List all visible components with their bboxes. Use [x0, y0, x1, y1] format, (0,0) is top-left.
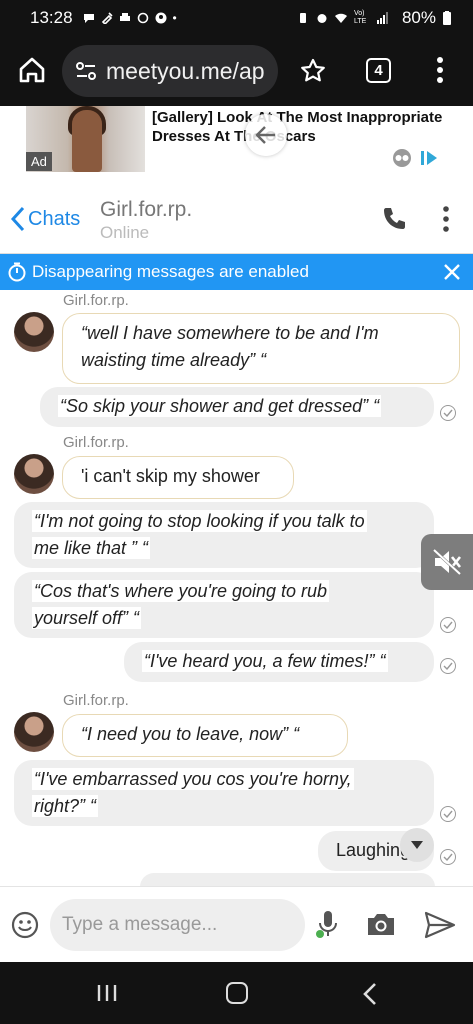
sync-notification-icon: [137, 12, 148, 24]
read-receipt-icon: [440, 617, 456, 633]
emoji-icon[interactable]: [11, 911, 39, 939]
ad-label: Ad: [26, 152, 52, 171]
site-settings-icon[interactable]: [76, 62, 96, 80]
banner-text: Disappearing messages are enabled: [32, 262, 309, 281]
lte-label: Vo) LTE: [353, 10, 367, 25]
message-list[interactable]: Girl.for.rp. “well I have somewhere to b…: [0, 290, 473, 886]
outgoing-message[interactable]: “So skip your shower and get dressed” “: [40, 387, 434, 427]
phone-icon[interactable]: [381, 206, 407, 232]
avatar[interactable]: [14, 312, 54, 352]
ad-back-overlay[interactable]: [245, 114, 287, 156]
battery-saver-icon: [299, 13, 306, 23]
browser-toolbar: meetyou.me/ap 4: [0, 36, 473, 106]
incoming-message[interactable]: “well I have somewhere to be and I'm wai…: [62, 313, 460, 384]
mute-icon: [432, 548, 462, 576]
read-receipt-icon: [440, 405, 456, 421]
battery-icon: [443, 11, 451, 25]
sender-name: Girl.for.rp.: [63, 292, 129, 309]
menu-icon[interactable]: [436, 56, 444, 84]
ad-headline[interactable]: [Gallery] Look At The Most Inappropriate…: [152, 108, 452, 146]
message-composer: [0, 886, 473, 962]
url-text[interactable]: meetyou.me/ap: [106, 58, 265, 85]
read-receipt-icon: [440, 806, 456, 822]
home-icon[interactable]: [18, 56, 46, 84]
outgoing-message[interactable]: “I've embarrassed you cos you're horny, …: [14, 760, 434, 826]
tool-notification-icon: [101, 12, 113, 24]
notification-icons: •: [83, 11, 177, 25]
camera-icon[interactable]: [366, 911, 396, 937]
scroll-to-bottom-button[interactable]: [400, 828, 434, 862]
partial-message[interactable]: [140, 873, 435, 886]
alarm-icon: [317, 14, 327, 23]
battery-percent: 80%: [401, 8, 436, 27]
chevron-left-icon: [10, 206, 25, 232]
avatar[interactable]: [14, 712, 54, 752]
signal-icon: [376, 12, 388, 24]
chevron-down-icon: [411, 841, 423, 849]
chat-notification-icon: [83, 14, 94, 23]
incoming-message[interactable]: 'i can't skip my shower: [62, 456, 294, 499]
sender-name: Girl.for.rp.: [63, 434, 129, 451]
message-input[interactable]: [62, 914, 292, 936]
outgoing-message[interactable]: “I've heard you, a few times!” “: [124, 642, 434, 682]
chat-menu-icon[interactable]: [442, 206, 450, 232]
back-label[interactable]: Chats: [28, 208, 80, 231]
close-icon[interactable]: [443, 263, 461, 281]
read-receipt-icon: [440, 658, 456, 674]
contact-name[interactable]: Girl.for.rp.: [100, 198, 192, 222]
system-icons: Vo) LTE 80%: [297, 8, 451, 28]
outgoing-message[interactable]: “Cos that's where you're going to rub yo…: [14, 572, 434, 638]
contact-status: Online: [100, 223, 150, 242]
back-icon[interactable]: [362, 982, 378, 1006]
disappearing-messages-banner: Disappearing messages are enabled: [0, 254, 473, 290]
recents-icon[interactable]: [96, 983, 118, 1003]
read-receipt-icon: [440, 849, 456, 865]
message-input-container[interactable]: [50, 899, 305, 951]
star-icon[interactable]: [300, 58, 326, 84]
outgoing-message[interactable]: “I'm not going to stop looking if you ta…: [14, 502, 434, 568]
back-to-chats-button[interactable]: Chats: [10, 206, 80, 232]
home-button-icon[interactable]: [226, 982, 248, 1004]
send-icon[interactable]: [424, 911, 456, 939]
incoming-message[interactable]: “I need you to leave, now” “: [62, 714, 348, 757]
mic-icon[interactable]: [314, 909, 342, 939]
sender-name: Girl.for.rp.: [63, 692, 129, 709]
timer-icon: [8, 262, 26, 282]
mute-button[interactable]: [421, 534, 473, 590]
system-navigation-bar: [0, 962, 473, 1024]
tab-switcher-button[interactable]: 4: [366, 58, 391, 83]
printer-notification-icon: [119, 13, 130, 21]
more-notifications-dot: •: [172, 11, 177, 25]
wifi-icon: [334, 13, 347, 23]
status-bar: 13:28 • Vo) LTE 80%: [0, 0, 473, 36]
arrow-left-icon: [255, 126, 275, 144]
chat-header: Chats Girl.for.rp. Online: [0, 182, 473, 254]
adchoices-icon[interactable]: [392, 148, 440, 168]
avatar[interactable]: [14, 454, 54, 494]
account-notification-icon: [155, 12, 167, 24]
ad-banner[interactable]: Ad [Gallery] Look At The Most Inappropri…: [0, 106, 473, 182]
address-bar[interactable]: meetyou.me/ap: [62, 45, 278, 97]
status-time: 13:28: [30, 8, 73, 27]
